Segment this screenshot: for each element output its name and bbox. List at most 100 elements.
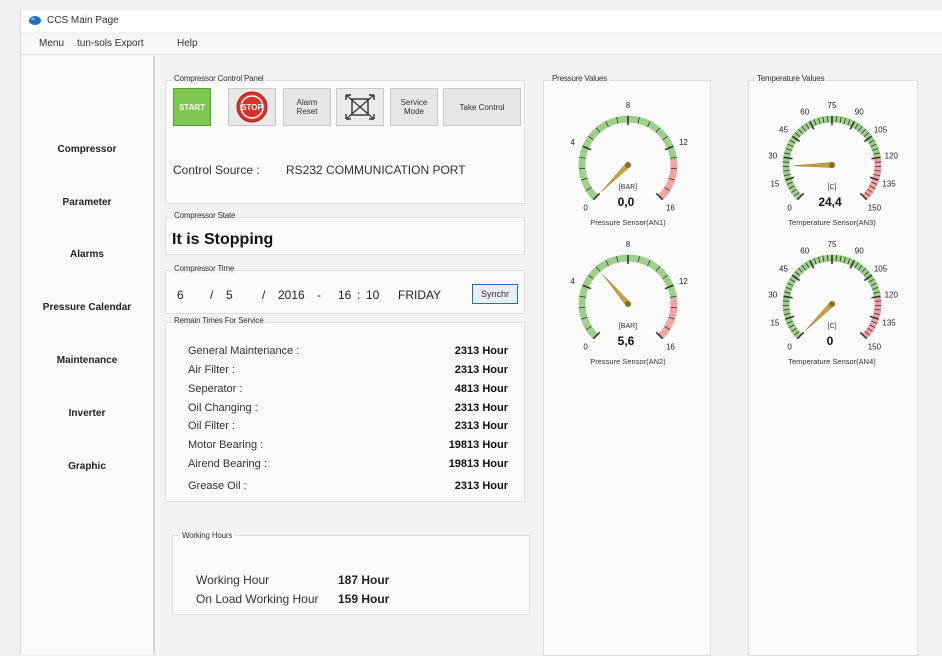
service-value: 2313 Hour bbox=[398, 480, 508, 492]
gauge-minor-tick bbox=[836, 116, 837, 122]
sidebar-item-pressure-calendar[interactable]: Pressure Calendar bbox=[21, 302, 153, 313]
time-day: 6 bbox=[177, 288, 184, 302]
start-button[interactable]: START bbox=[173, 88, 211, 126]
working-hour-label: Working Hour bbox=[196, 573, 269, 587]
title-bar: CCS Main Page bbox=[21, 10, 942, 32]
gauge-tick-label: 75 bbox=[828, 101, 837, 110]
gauge-caption: Temperature Sensor(AN3) bbox=[788, 218, 876, 227]
pressure-gauge-an2: 0 4 8 12 16 [BAR] 5,6 Pressure Sensor(AN2) bbox=[553, 234, 703, 374]
gauge-tick-label: 120 bbox=[885, 291, 899, 300]
gauge-unit-label: [C] bbox=[828, 323, 837, 330]
gauge-tick-label: 4 bbox=[570, 277, 575, 286]
compressor-state-value: It is Stopping bbox=[172, 231, 273, 249]
gauge-value-readout: 5,6 bbox=[618, 334, 635, 348]
gauge-unit-label: [BAR] bbox=[619, 184, 637, 191]
service-mode-button[interactable]: Service Mode bbox=[390, 88, 438, 126]
sidebar-item-graphic[interactable]: Graphic bbox=[21, 461, 153, 472]
gauge-needle bbox=[794, 163, 832, 168]
time-month: 5 bbox=[226, 288, 233, 302]
pressure-values-title: Pressure Values bbox=[550, 74, 609, 83]
gauge-unit-label: [C] bbox=[828, 184, 837, 191]
gauge-tick-label: 120 bbox=[885, 152, 899, 161]
time-weekday: FRIDAY bbox=[398, 288, 441, 302]
sidebar-item-parameter[interactable]: Parameter bbox=[21, 197, 153, 208]
pressure-gauge-an1: 0481216[BAR]0,0Pressure Sensor(AN1) bbox=[553, 95, 703, 235]
working-hours-title: Working Hours bbox=[180, 531, 234, 540]
gauge-hub bbox=[829, 162, 835, 168]
control-source-value: RS232 COMMUNICATION PORT bbox=[286, 163, 466, 177]
sidebar-item-inverter[interactable]: Inverter bbox=[21, 408, 153, 419]
menu-item-menu[interactable]: Menu bbox=[39, 38, 64, 49]
sidebar-item-alarms[interactable]: Alarms bbox=[21, 249, 153, 260]
gauge-hub bbox=[625, 162, 631, 168]
take-control-label: Take Control bbox=[460, 103, 505, 112]
window-title: CCS Main Page bbox=[47, 15, 119, 26]
gauge-tick-label: 12 bbox=[679, 277, 688, 286]
service-title: Remain Times For Service bbox=[172, 316, 265, 325]
gauge-tick-label: 16 bbox=[666, 203, 675, 212]
temperature-values-title: Temperature Values bbox=[755, 74, 826, 83]
gauge-tick-label: 0 bbox=[583, 342, 588, 351]
time-year: 2016 bbox=[278, 288, 305, 302]
gauge-needle bbox=[603, 275, 630, 306]
gauge-tick-label: 12 bbox=[679, 138, 688, 147]
temperature-gauge-an3: 0153045607590105120135150[C]24,4Temperat… bbox=[757, 95, 907, 235]
gauge-tick-label: 45 bbox=[779, 126, 788, 135]
menu-bar: Menu tun-sols Export Help bbox=[21, 34, 942, 55]
gauge-tick-label: 15 bbox=[770, 319, 779, 328]
sidebar: Compressor Parameter Alarms Pressure Cal… bbox=[21, 56, 155, 654]
gauge-tick-label: 16 bbox=[666, 342, 675, 351]
gauge-tick-label: 60 bbox=[800, 247, 809, 256]
gauge-tick-label: 60 bbox=[800, 108, 809, 117]
service-value: 2313 Hour bbox=[398, 420, 508, 432]
stop-button[interactable]: STOP bbox=[228, 88, 276, 126]
gauge-tick-label: 0 bbox=[787, 203, 792, 212]
service-label: Oil Filter : bbox=[188, 420, 235, 432]
control-source-label: Control Source : bbox=[173, 163, 260, 177]
sidebar-item-compressor[interactable]: Compressor bbox=[21, 144, 153, 155]
gauge-value-readout: 0 bbox=[827, 334, 834, 348]
control-panel-title: Compressor Control Panel bbox=[172, 74, 265, 83]
time-colon: : bbox=[357, 288, 360, 302]
on-load-hour-value: 159 Hour bbox=[338, 592, 389, 606]
temperature-gauge-an4: 0153045607590105120135150[C]0Temperature… bbox=[757, 234, 907, 374]
service-value: 2313 Hour bbox=[398, 364, 508, 376]
service-value: 2313 Hour bbox=[398, 402, 508, 414]
gauge-hub bbox=[829, 301, 835, 307]
app-logo-icon bbox=[29, 16, 41, 25]
alarm-reset-button[interactable]: Alarm Reset bbox=[283, 88, 331, 126]
on-load-hour-label: On Load Working Hour bbox=[196, 592, 319, 606]
gauge-tick-label: 150 bbox=[868, 342, 882, 351]
service-label: Airend Bearing : bbox=[188, 458, 267, 470]
gauge-tick-label: 30 bbox=[768, 152, 777, 161]
menu-item-export[interactable]: tun-sols Export bbox=[77, 38, 144, 49]
start-button-label: START bbox=[179, 103, 205, 112]
gauge-tick-label: 0 bbox=[583, 203, 588, 212]
gauge-caption: Pressure Sensor(AN2) bbox=[590, 357, 666, 366]
gauge-tick-label: 8 bbox=[626, 240, 631, 249]
gauge-minor-tick bbox=[827, 255, 828, 261]
sync-button-label: Synchr bbox=[481, 289, 509, 299]
service-label: Seperator : bbox=[188, 383, 242, 395]
compressor-time-title: Compressor Time bbox=[172, 264, 236, 273]
gauge-tick-label: 75 bbox=[828, 240, 837, 249]
gauge-caption: Temperature Sensor(AN4) bbox=[788, 357, 876, 366]
time-sep-1: / bbox=[210, 288, 213, 302]
gauge-unit-label: [BAR] bbox=[619, 323, 637, 330]
service-value: 19813 Hour bbox=[398, 439, 508, 451]
menu-item-help[interactable]: Help bbox=[177, 38, 198, 49]
service-label: Grease Oil : bbox=[188, 480, 247, 492]
gauge-minor-tick bbox=[827, 116, 828, 122]
gauge-tick-label: 8 bbox=[626, 101, 631, 110]
time-hour: 16 bbox=[338, 288, 351, 302]
gauge-tick-label: 105 bbox=[874, 126, 888, 135]
sync-button[interactable]: Synchr bbox=[472, 284, 518, 304]
service-label: Oil Changing : bbox=[188, 402, 258, 414]
time-minute: 10 bbox=[366, 288, 379, 302]
sidebar-item-maintenance[interactable]: Maintenance bbox=[21, 355, 153, 366]
service-value: 4813 Hour bbox=[398, 383, 508, 395]
gauge-tick-label: 90 bbox=[855, 247, 864, 256]
take-control-button[interactable]: Take Control bbox=[443, 88, 521, 126]
fullscreen-button[interactable] bbox=[336, 88, 384, 126]
gauge-tick-label: 45 bbox=[779, 265, 788, 274]
